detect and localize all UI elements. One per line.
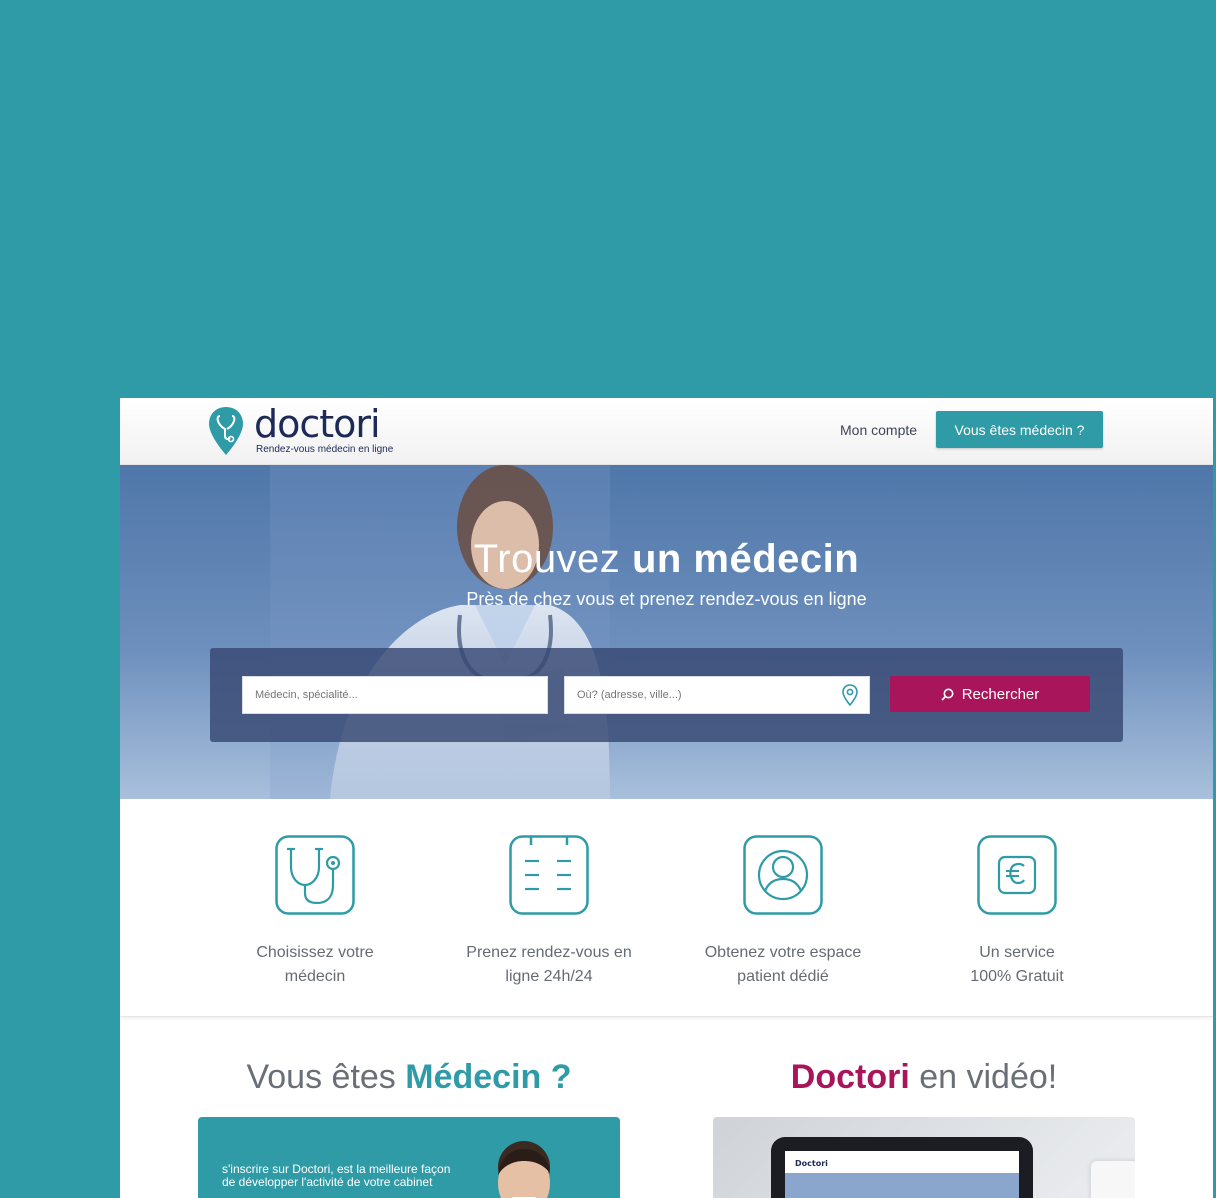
hero-subtitle: Près de chez vous et prenez rendez-vous … bbox=[466, 589, 867, 609]
doctor-signup-card[interactable]: s'inscrire sur Doctori, est la meilleure… bbox=[198, 1117, 620, 1198]
brand-tagline: Rendez-vous médecin en ligne bbox=[256, 444, 394, 455]
logo-pin-icon bbox=[209, 407, 243, 455]
tablet-mockup: Doctori bbox=[771, 1137, 1033, 1198]
feature-line2: patient dédié bbox=[737, 968, 829, 985]
features-row: Choisissez votre médecin Prenez rendez-v… bbox=[120, 799, 1213, 1017]
feature-line1: Obtenez votre espace bbox=[704, 944, 862, 961]
location-search-input[interactable] bbox=[564, 676, 870, 714]
feature-line1: Un service bbox=[979, 944, 1055, 961]
coffee-cup-image bbox=[1091, 1161, 1135, 1198]
brand-name: doctori bbox=[254, 402, 381, 446]
doctor-title-light: Vous êtes bbox=[246, 1058, 396, 1096]
search-button[interactable]: Rechercher bbox=[890, 676, 1090, 712]
video-section-title: Doctori en vidéo! bbox=[713, 1058, 1135, 1097]
hero-title-light: Trouvez bbox=[473, 537, 621, 581]
location-pin-icon[interactable] bbox=[842, 684, 858, 706]
doctor-portrait bbox=[498, 1141, 550, 1198]
video-player[interactable]: Doctori bbox=[713, 1117, 1135, 1198]
mini-logo: Doctori bbox=[795, 1159, 828, 1168]
landing-page: doctori Rendez-vous médecin en ligne Mon… bbox=[120, 398, 1213, 1198]
site-header: doctori Rendez-vous médecin en ligne Mon… bbox=[120, 398, 1213, 465]
brand-logo[interactable]: doctori Rendez-vous médecin en ligne bbox=[208, 402, 398, 458]
doctor-card-text: s'inscrire sur Doctori, est la meilleure… bbox=[222, 1162, 451, 1189]
feature-line1: Prenez rendez-vous en bbox=[466, 944, 632, 961]
mini-hero bbox=[785, 1173, 1019, 1198]
patient-icon bbox=[743, 835, 823, 915]
stethoscope-icon bbox=[275, 835, 355, 915]
doctor-photo bbox=[270, 465, 610, 799]
feature-choose-doctor: Choisissez votre médecin bbox=[215, 835, 415, 989]
doctor-section-title: Vous êtes Médecin ? bbox=[198, 1058, 620, 1097]
video-title-light: en vidéo! bbox=[919, 1058, 1058, 1096]
video-title-bold: Doctori bbox=[790, 1058, 910, 1096]
feature-line1: Choisissez votre bbox=[256, 944, 374, 961]
euro-icon bbox=[977, 835, 1057, 915]
feature-free-service: Un service 100% Gratuit bbox=[917, 835, 1117, 989]
hero-title: Trouvez un médecin bbox=[120, 537, 1213, 582]
doctor-signup-button[interactable]: Vous êtes médecin ? bbox=[936, 411, 1103, 448]
my-account-link[interactable]: Mon compte bbox=[840, 422, 917, 438]
doctor-title-bold: Médecin ? bbox=[405, 1058, 572, 1096]
tablet-screen: Doctori bbox=[785, 1151, 1019, 1198]
calendar-icon bbox=[509, 835, 589, 915]
search-icon bbox=[941, 688, 954, 701]
search-button-label: Rechercher bbox=[961, 685, 1040, 703]
feature-line2: 100% Gratuit bbox=[970, 968, 1064, 985]
search-panel: Rechercher bbox=[210, 648, 1123, 742]
feature-patient-space: Obtenez votre espace patient dédié bbox=[683, 835, 883, 989]
feature-line2: médecin bbox=[284, 968, 346, 985]
specialty-search-input[interactable] bbox=[242, 676, 548, 714]
hero-title-bold: un médecin bbox=[631, 537, 860, 581]
feature-line2: ligne 24h/24 bbox=[505, 968, 593, 985]
hero-banner: Trouvez un médecin Près de chez vous et … bbox=[120, 465, 1213, 799]
feature-book-online: Prenez rendez-vous en ligne 24h/24 bbox=[449, 835, 649, 989]
